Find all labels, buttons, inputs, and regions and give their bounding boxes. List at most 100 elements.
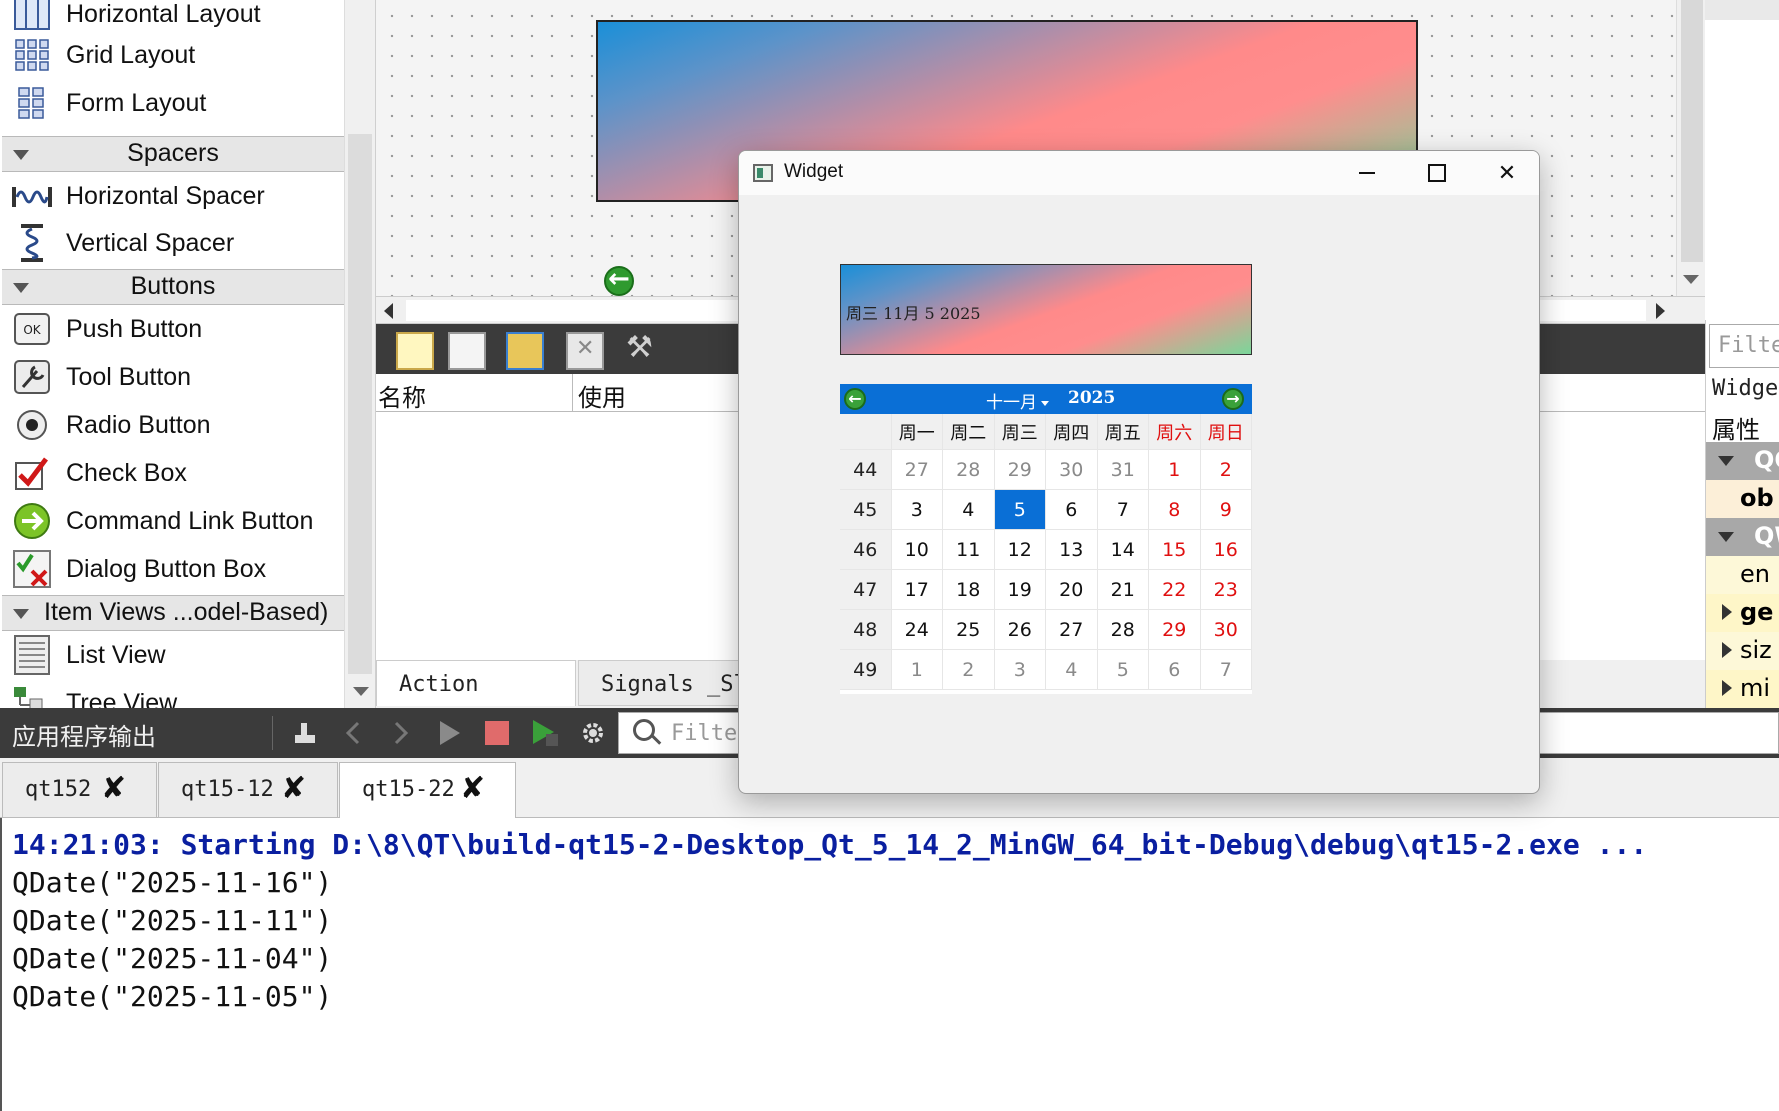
previous-icon[interactable] — [338, 718, 368, 748]
calendar-day[interactable]: 27 — [1046, 610, 1098, 650]
calendar-day[interactable]: 29 — [994, 450, 1046, 490]
column-name[interactable]: 名称 — [378, 378, 426, 413]
calendar-day[interactable]: 16 — [1200, 530, 1252, 570]
calendar-day[interactable]: 29 — [1149, 610, 1201, 650]
widget-tool-button[interactable]: Tool Button — [0, 353, 344, 401]
widget-horizontal-spacer[interactable]: Horizontal Spacer — [0, 172, 344, 220]
back-arrow-icon[interactable] — [604, 264, 634, 296]
calendar-day[interactable]: 3 — [994, 650, 1046, 690]
stop-icon[interactable] — [482, 718, 512, 748]
tab-qt15-12[interactable]: qt15-12 ✘ — [158, 762, 338, 818]
calendar-day[interactable]: 27 — [891, 450, 943, 490]
calendar-day[interactable]: 2 — [943, 650, 995, 690]
date-edit[interactable]: 周三 11月 5 2025 — [840, 264, 1252, 355]
calendar-day[interactable]: 14 — [1097, 530, 1149, 570]
calendar-day[interactable]: 1 — [891, 650, 943, 690]
calendar-day[interactable]: 3 — [891, 490, 943, 530]
paste-action-icon[interactable] — [506, 332, 544, 370]
category-item-views[interactable]: Item Views ...odel-Based) — [2, 595, 344, 631]
calendar-day[interactable]: 22 — [1149, 570, 1201, 610]
tab-qt152[interactable]: qt152 ✘ — [2, 762, 157, 818]
widget-check-box[interactable]: Check Box — [0, 449, 344, 497]
calendar-day[interactable]: 7 — [1200, 650, 1252, 690]
minimize-button[interactable] — [1347, 157, 1387, 189]
calendar-day[interactable]: 4 — [943, 490, 995, 530]
delete-action-icon[interactable] — [566, 332, 604, 370]
widget-grid-layout[interactable]: Grid Layout — [0, 31, 344, 79]
property-objectname[interactable]: ob — [1706, 480, 1779, 518]
new-action-icon[interactable] — [396, 332, 434, 370]
calendar-day[interactable]: 24 — [891, 610, 943, 650]
widget-push-button[interactable]: OK Push Button — [0, 305, 344, 353]
canvas-vertical-scrollbar[interactable] — [1676, 0, 1705, 296]
calendar-day[interactable]: 25 — [943, 610, 995, 650]
category-buttons[interactable]: Buttons — [2, 269, 344, 305]
debug-run-icon[interactable] — [530, 718, 560, 748]
scrollbar-thumb[interactable] — [348, 134, 372, 674]
scroll-down-icon[interactable] — [353, 687, 369, 696]
calendar-day[interactable]: 13 — [1046, 530, 1098, 570]
year-spinbox[interactable]: 2025 — [1068, 388, 1115, 408]
calendar-day[interactable]: 10 — [891, 530, 943, 570]
calendar-widget[interactable]: ← 十一月 2025 → 周一 周二 周三 周四 周五 周六 周日 44 27 28… — [840, 384, 1252, 694]
widget-vertical-spacer[interactable]: Vertical Spacer — [0, 219, 344, 267]
calendar-day[interactable]: 9 — [1200, 490, 1252, 530]
calendar-day[interactable]: 7 — [1097, 490, 1149, 530]
gear-icon[interactable] — [578, 718, 608, 748]
calendar-day[interactable]: 20 — [1046, 570, 1098, 610]
calendar-day-selected[interactable]: 5 — [994, 490, 1046, 530]
calendar-day[interactable]: 6 — [1046, 490, 1098, 530]
widget-dialog-button-box[interactable]: Dialog Button Box — [0, 545, 344, 593]
property-group-qobject[interactable]: QO — [1706, 442, 1779, 480]
calendar-day[interactable]: 31 — [1097, 450, 1149, 490]
clear-output-icon[interactable] — [290, 718, 320, 748]
close-button[interactable]: ✕ — [1487, 157, 1527, 189]
calendar-day[interactable]: 6 — [1149, 650, 1201, 690]
configure-icon[interactable] — [622, 330, 660, 370]
maximize-button[interactable] — [1417, 157, 1457, 189]
property-filter-input[interactable]: Filter — [1709, 324, 1779, 368]
calendar-day[interactable]: 30 — [1046, 450, 1098, 490]
tab-qt15-22[interactable]: qt15-22 ✘ — [339, 762, 516, 819]
calendar-day[interactable]: 11 — [943, 530, 995, 570]
column-used[interactable]: 使用 — [578, 378, 626, 413]
run-icon[interactable] — [434, 718, 464, 748]
scrollbar-thumb[interactable] — [1681, 0, 1703, 262]
tab-action-editor[interactable]: Action Editor — [376, 660, 576, 745]
scroll-down-icon[interactable] — [1683, 275, 1699, 284]
close-tab-icon[interactable]: ✘ — [460, 771, 485, 806]
copy-action-icon[interactable] — [448, 332, 486, 370]
widget-command-link-button[interactable]: Command Link Button — [0, 497, 344, 545]
property-geometry[interactable]: ge — [1706, 594, 1779, 632]
calendar-day[interactable]: 4 — [1046, 650, 1098, 690]
scroll-left-icon[interactable] — [384, 303, 393, 319]
calendar-day[interactable]: 15 — [1149, 530, 1201, 570]
calendar-day[interactable]: 5 — [1097, 650, 1149, 690]
calendar-day[interactable]: 1 — [1149, 450, 1201, 490]
widget-list-view[interactable]: List View — [0, 631, 344, 679]
calendar-day[interactable]: 28 — [943, 450, 995, 490]
calendar-day[interactable]: 19 — [994, 570, 1046, 610]
calendar-day[interactable]: 23 — [1200, 570, 1252, 610]
property-enabled[interactable]: en — [1706, 556, 1779, 594]
calendar-day[interactable]: 8 — [1149, 490, 1201, 530]
close-tab-icon[interactable]: ✘ — [101, 771, 126, 806]
calendar-day[interactable]: 2 — [1200, 450, 1252, 490]
application-output-console[interactable]: 14:21:03: Starting D:\8\QT\build-qt15-2-… — [0, 818, 1779, 1111]
widget-radio-button[interactable]: Radio Button — [0, 401, 344, 449]
property-sizepolicy[interactable]: siz — [1706, 632, 1779, 670]
calendar-day[interactable]: 30 — [1200, 610, 1252, 650]
next-month-button[interactable]: → — [1222, 388, 1244, 410]
close-tab-icon[interactable]: ✘ — [281, 771, 306, 806]
window-titlebar[interactable]: Widget ✕ — [739, 151, 1539, 195]
property-minimumsize[interactable]: mi — [1706, 670, 1779, 708]
scroll-right-icon[interactable] — [1656, 303, 1665, 319]
calendar-day[interactable]: 26 — [994, 610, 1046, 650]
widget-box-scrollbar[interactable] — [344, 0, 375, 708]
property-group-qwidget[interactable]: QW — [1706, 518, 1779, 556]
calendar-day[interactable]: 17 — [891, 570, 943, 610]
calendar-day[interactable]: 12 — [994, 530, 1046, 570]
next-icon[interactable] — [386, 718, 416, 748]
category-spacers[interactable]: Spacers — [2, 136, 344, 172]
previous-month-button[interactable]: ← — [844, 388, 866, 410]
